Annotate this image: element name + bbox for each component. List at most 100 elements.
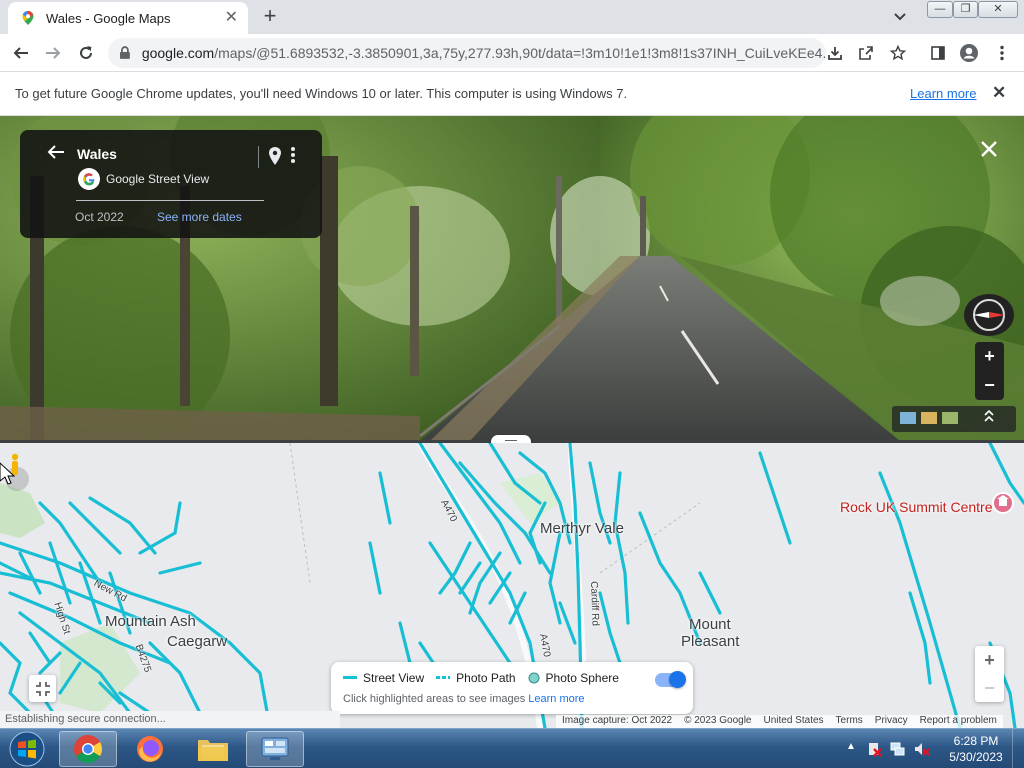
infobar-message: To get future Google Chrome updates, you… [15,86,628,101]
place-label-rock-uk[interactable]: Rock UK Summit Centre [840,499,992,515]
taskbar-firefox[interactable] [121,731,179,767]
bookmark-star-icon[interactable] [886,41,910,65]
place-label-mountain-ash[interactable]: Mountain Ash [105,613,196,630]
place-label-caegarw[interactable]: Caegarw [167,633,227,650]
zoom-in-button[interactable]: + [975,342,1004,371]
zoom-out-button[interactable]: − [975,371,1004,400]
volume-muted-icon[interactable] [914,741,930,760]
forward-arrow-icon[interactable] [41,41,65,65]
window-close-button[interactable]: ✕ [978,1,1018,18]
coverage-toggle[interactable] [655,671,686,688]
more-vert-icon[interactable] [290,146,296,167]
infobar-close-icon[interactable]: ✕ [992,83,1006,103]
share-icon[interactable] [854,41,878,65]
back-arrow-icon[interactable] [9,41,33,65]
see-more-dates-link[interactable]: See more dates [157,210,242,224]
street-view-zoom-control: + − [975,342,1004,400]
street-view-info-card: Wales Google Street View Oct 2022 See mo… [20,130,322,238]
show-desktop-button[interactable] [1012,729,1024,768]
windows-logo-icon [9,731,45,767]
legend-photo-sphere-label: Photo Sphere [545,671,619,685]
image-capture-date: Image capture: Oct 2022 [562,715,673,726]
control-panel-icon [261,737,289,760]
legend-street-view-label: Street View [363,671,425,685]
compass-icon[interactable] [964,294,1014,336]
taskbar-control-panel[interactable] [246,731,304,767]
taskbar-chrome[interactable] [59,731,117,767]
street-view-line-icon [343,676,357,679]
url-host: google.com [141,45,215,61]
infobar-learn-more-link[interactable]: Learn more [910,86,976,101]
install-app-icon[interactable] [823,41,847,65]
network-icon[interactable] [890,741,906,760]
lock-icon [119,46,130,59]
pegman-icon[interactable] [0,451,34,494]
legend-items: Street View Photo Path Photo Sphere [343,671,631,685]
place-label-merthyr-vale[interactable]: Merthyr Vale [540,520,624,537]
legend-learn-more-link[interactable]: Learn more [528,693,584,705]
update-infobar: To get future Google Chrome updates, you… [0,72,1024,116]
thumbnail-image[interactable] [942,412,958,424]
collapse-icon [35,681,50,696]
window-restore-button[interactable]: ❐ [953,1,978,18]
street-view-capture-date: Oct 2022 [75,210,124,224]
map-zoom-out-button[interactable]: − [975,674,1004,702]
browser-toolbar: google.com/maps/@51.6893532,-3.3850901,3… [0,34,1024,72]
taskbar-file-explorer[interactable] [184,731,242,767]
map-zoom-in-button[interactable]: + [975,646,1004,674]
tab-strip: Wales - Google Maps ✕ + — ❐ ✕ [0,0,1024,34]
map-pane[interactable]: Merthyr Vale Mountain Ash Caegarw Mount … [0,443,1024,728]
street-view-pane[interactable]: Wales Google Street View Oct 2022 See mo… [0,116,1024,441]
privacy-link[interactable]: Privacy [875,715,908,728]
new-tab-button[interactable]: + [258,5,282,29]
tab-title: Wales - Google Maps [46,10,171,26]
clock-time[interactable]: 6:28 PM [950,734,1002,748]
card-divider [76,200,264,201]
clock-date[interactable]: 5/30/2023 [946,750,1006,764]
action-center-icon[interactable] [866,741,882,760]
expand-up-icon[interactable] [984,409,994,422]
thumbnail-image[interactable] [921,412,937,424]
back-arrow-icon[interactable] [47,143,65,166]
system-tray: ▲ 6:28 PM 5/30/2023 [840,729,1024,768]
window-minimize-button[interactable]: — [927,1,953,18]
chrome-menu-icon[interactable] [990,41,1014,65]
google-maps-icon [22,11,34,25]
profile-avatar-icon[interactable] [957,41,981,65]
street-view-provider: Google Street View [106,172,210,186]
report-problem-link[interactable]: Report a problem [920,715,997,728]
street-view-location-title: Wales [77,146,117,162]
show-hidden-icons[interactable]: ▲ [846,741,856,752]
reload-icon[interactable] [74,41,98,65]
imagery-thumbnails [892,406,1016,432]
address-bar[interactable]: google.com/maps/@51.6893532,-3.3850901,3… [108,38,826,68]
browser-status-bar: Establishing secure connection... [0,711,340,728]
chrome-icon [74,735,102,763]
tab-google-maps[interactable]: Wales - Google Maps ✕ [8,2,248,34]
photo-path-line-icon [436,676,451,679]
collapse-map-button[interactable] [29,675,56,702]
place-label-pleasant[interactable]: Pleasant [681,633,739,650]
legend-street-view: Street View [343,671,424,685]
legend-photo-sphere: Photo Sphere [528,671,619,685]
tab-close-icon[interactable]: ✕ [225,10,238,26]
terms-link[interactable]: Terms [836,715,863,728]
url-text: google.com/maps/@51.6893532,-3.3850901,3… [142,45,826,61]
thumbnail-image[interactable] [900,412,916,424]
card-vertical-divider [258,146,259,168]
street-view-legend: Street View Photo Path Photo Sphere Clic… [331,662,693,714]
legend-photo-path-label: Photo Path [456,671,516,685]
file-explorer-icon [198,740,228,761]
url-path: /maps/@51.6893532,-3.3850901,3a,75y,277.… [214,45,826,61]
side-panel-icon[interactable] [926,41,950,65]
photo-sphere-dot-icon [528,672,540,684]
windows-taskbar: ▲ 6:28 PM 5/30/2023 [0,728,1024,768]
start-button[interactable] [2,730,52,768]
tab-search-chevron-icon[interactable] [894,8,906,24]
location-pin-icon[interactable] [268,146,282,169]
firefox-icon [137,736,163,762]
legend-hint: Click highlighted areas to see images Le… [343,693,585,705]
place-label-mount[interactable]: Mount [689,616,731,633]
close-icon[interactable] [980,138,998,164]
region-link[interactable]: United States [764,715,824,728]
